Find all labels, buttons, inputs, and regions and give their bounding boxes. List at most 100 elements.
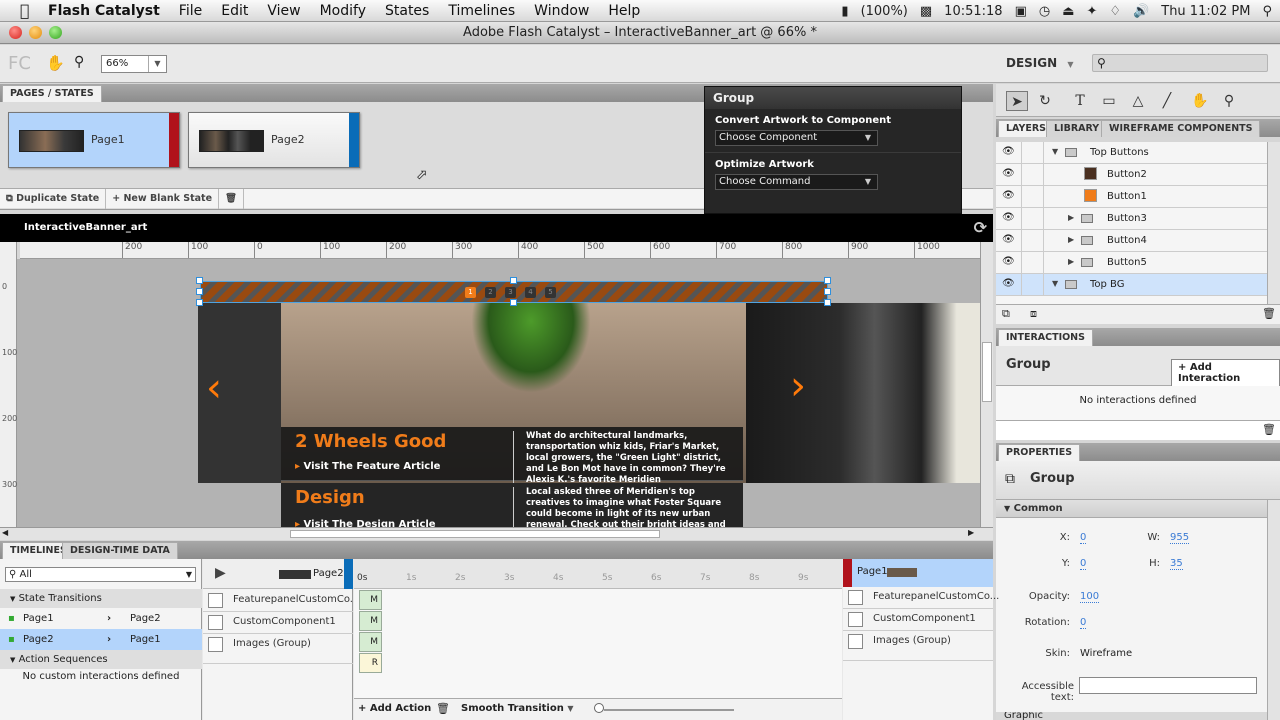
add-action-button[interactable]: + Add Action [358,703,431,714]
scroll-left-icon[interactable]: ◀ [2,528,8,537]
feature-link[interactable]: ▸ Visit The Design Article [295,519,436,527]
feature-panel[interactable]: 2 Wheels Good ▸ Visit The Feature Articl… [281,427,743,486]
nav-button-5[interactable]: 5 [545,287,556,298]
menu-help[interactable]: Help [608,3,640,19]
shape-tool-icon[interactable]: △ [1127,91,1149,111]
timeline-effect-marker[interactable]: R [359,653,382,673]
play-icon[interactable]: ▶ [215,565,226,581]
graphic-section-header[interactable]: Graphic [996,712,1267,720]
add-interaction-button[interactable]: + Add Interaction [1171,359,1280,387]
chevron-right-icon[interactable]: ▶ [1068,235,1074,244]
document-tab[interactable]: InteractiveBanner_art ⟳ [0,214,993,242]
bluetooth-icon[interactable]: ✦ [1087,4,1098,19]
resize-handle[interactable] [510,299,517,306]
feature-panel[interactable]: Design ▸ Visit The Design Article Local … [281,483,743,527]
new-blank-state-button[interactable]: + New Blank State [106,189,220,209]
prev-arrow-icon[interactable]: ‹ [206,365,222,411]
tab-design-time-data[interactable]: DESIGN-TIME DATA [62,542,178,559]
eject-icon[interactable]: ⏏ [1062,4,1074,19]
line-tool-icon[interactable]: ╱ [1156,91,1178,111]
chevron-down-icon[interactable]: ▼ [148,56,166,72]
choose-component-select[interactable]: Choose Component [715,130,878,146]
close-button[interactable] [9,26,22,39]
zoom-tool-icon[interactable]: ⚲ [1218,91,1240,111]
menu-view[interactable]: View [267,3,300,19]
resize-handle[interactable] [196,277,203,284]
common-section-header[interactable]: ▼ Common [996,500,1267,518]
vertical-scrollbar[interactable] [980,242,993,527]
menu-app-name[interactable]: Flash Catalyst [48,3,160,19]
resize-handle[interactable] [196,299,203,306]
nav-button-2[interactable]: 2 [485,287,496,298]
volume-icon[interactable]: 🔊 [1133,4,1149,19]
resize-handle[interactable] [824,277,831,284]
time-ruler[interactable]: 0s 1s 2s 3s 4s 5s 6s 7s 8s 9s [354,559,842,589]
properties-scrollbar[interactable] [1267,500,1280,720]
opacity-value[interactable]: 100 [1080,591,1100,603]
scroll-thumb[interactable] [982,342,992,402]
duplicate-state-button[interactable]: ⧉ Duplicate State [0,189,107,209]
battery-icon[interactable]: ▩ [920,4,932,19]
visibility-eye-icon[interactable]: 👁 [1002,256,1015,267]
minimize-button[interactable] [29,26,42,39]
accessible-text-input[interactable] [1079,677,1257,694]
layer-row[interactable]: 👁 ▶ Button3 [996,208,1267,230]
workspace-select[interactable]: DESIGN ▼ [1006,56,1074,70]
state-page1[interactable]: Page1 [8,112,180,168]
transition-type-select[interactable]: Smooth Transition ▼ [461,703,573,714]
spotlight-icon[interactable]: ⚲ [1262,4,1272,19]
timeline-object-row[interactable]: CustomComponent1 [843,609,993,631]
timeline-effect-marker[interactable]: M [359,590,382,610]
delete-state-button[interactable]: 🗑 [219,189,245,209]
nav-button-4[interactable]: 4 [525,287,536,298]
rectangle-tool-icon[interactable]: ▭ [1098,91,1120,111]
chevron-right-icon[interactable]: ▶ [1068,257,1074,266]
timeline-object-row[interactable]: FeaturepanelCustomCo... [843,587,999,609]
rotation-value[interactable]: 0 [1080,617,1087,629]
transition-row-selected[interactable]: ▪ Page2 › Page1 [0,629,202,650]
new-layer-icon[interactable]: ⧉ [1002,307,1010,321]
resize-handle[interactable] [510,277,517,284]
timeline-effect-marker[interactable]: M [359,632,382,652]
visibility-eye-icon[interactable]: 👁 [1002,212,1015,223]
w-value[interactable]: 955 [1170,532,1190,544]
visibility-eye-icon[interactable]: 👁 [1002,278,1015,289]
resize-handle[interactable] [196,288,203,295]
layer-row[interactable]: 👁 Button2 [996,164,1267,186]
apple-icon[interactable]:  [20,1,38,20]
nav-button-1[interactable]: 1 [465,287,476,298]
next-arrow-icon[interactable]: › [790,363,806,409]
zoom-button[interactable] [49,26,62,39]
chevron-right-icon[interactable]: ▶ [1068,213,1074,222]
hand-tool-icon[interactable]: ✋ [46,54,65,72]
trash-icon[interactable]: 🗑 [1262,423,1276,436]
y-value[interactable]: 0 [1080,558,1087,570]
layer-row[interactable]: 👁 ▼ Top Buttons [996,142,1267,164]
x-value[interactable]: 0 [1080,532,1087,544]
menu-edit[interactable]: Edit [221,3,248,19]
layer-row[interactable]: 👁 ▼ Top BG [996,274,1267,296]
direct-select-tool-icon[interactable]: ↻ [1034,91,1056,111]
timeline-filter-select[interactable]: ⚲ All ▼ [5,567,196,582]
search-input[interactable]: ⚲ [1092,54,1268,72]
tab-properties[interactable]: PROPERTIES [998,444,1081,461]
layer-row[interactable]: 👁 ▶ Button4 [996,230,1267,252]
menu-states[interactable]: States [385,3,429,19]
clock[interactable]: Thu 11:02 PM [1161,4,1250,19]
timeline-object-row[interactable]: Images (Group) [843,631,993,661]
tab-wireframe-components[interactable]: WIREFRAME COMPONENTS [1101,120,1261,137]
selection-tool-icon[interactable]: ➤ [1006,91,1028,111]
visibility-eye-icon[interactable]: 👁 [1002,168,1015,179]
layers-scrollbar[interactable] [1267,142,1280,304]
display-icon[interactable]: ▣ [1015,4,1027,19]
timeline-object-row[interactable]: FeaturepanelCustomCo... [203,590,359,612]
battery-status[interactable]: (100%) [861,4,908,19]
layer-row[interactable]: 👁 ▶ Button5 [996,252,1267,274]
hand-tool-icon[interactable]: ✋ [1189,91,1211,111]
timeline-effect-marker[interactable]: M [359,611,382,631]
menu-modify[interactable]: Modify [320,3,366,19]
choose-command-select[interactable]: Choose Command [715,174,878,190]
menu-window[interactable]: Window [534,3,589,19]
slider-thumb[interactable] [594,703,604,713]
scroll-right-icon[interactable]: ▶ [968,528,974,537]
